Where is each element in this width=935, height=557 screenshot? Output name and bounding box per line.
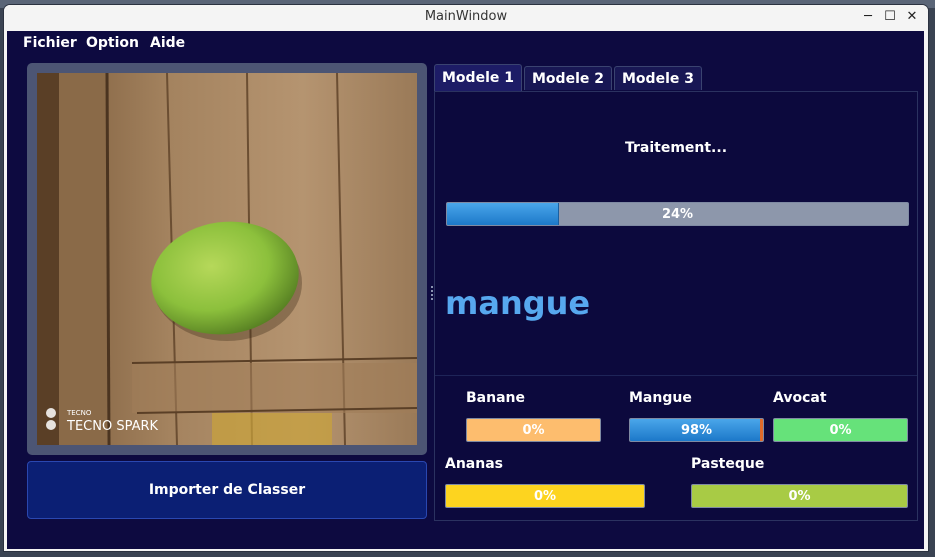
class-label-mangue: Mangue	[629, 390, 692, 406]
class-bar-text: 0%	[829, 422, 852, 438]
class-label-ananas: Ananas	[445, 456, 503, 472]
watermark-text: TECNO SPARK	[66, 419, 159, 434]
processing-progress-bar: 24%	[446, 202, 909, 226]
image-frame: TECNO TECNO SPARK	[27, 63, 427, 455]
processing-status: Traitement...	[624, 140, 728, 156]
main-window: MainWindow ─ ☐ ✕ Fichier Option Aide TEC…	[4, 5, 928, 551]
prediction-label: mangue	[445, 284, 591, 322]
class-bar-text: 0%	[788, 488, 811, 504]
menu-option[interactable]: Option	[86, 35, 139, 51]
class-label-banane: Banane	[466, 390, 525, 406]
menu-aide[interactable]: Aide	[150, 35, 185, 51]
processing-progress-text: 24%	[661, 206, 694, 222]
class-label-pasteque: Pasteque	[691, 456, 765, 472]
class-bar-ananas: 0%	[445, 484, 645, 508]
class-bar-text: 0%	[533, 488, 557, 504]
class-bar-mangue: 98%	[629, 418, 764, 442]
close-icon[interactable]: ✕	[901, 7, 923, 27]
title-bar[interactable]: MainWindow ─ ☐ ✕	[4, 5, 928, 30]
maximize-icon[interactable]: ☐	[879, 7, 901, 27]
class-bar-pasteque: 0%	[691, 484, 908, 508]
tab-modele-3[interactable]: Modele 3	[614, 66, 702, 90]
tab-pane-modele-1: Traitement... 24% mangue Banane Mangue A…	[434, 91, 918, 521]
client-area: Fichier Option Aide TECNO TECNO SPARK Im…	[7, 31, 924, 549]
fruit-photo: TECNO TECNO SPARK	[37, 73, 417, 445]
class-bar-avocat: 0%	[773, 418, 908, 442]
minimize-icon[interactable]: ─	[857, 7, 879, 27]
class-label-avocat: Avocat	[773, 390, 827, 406]
divider	[435, 375, 917, 376]
svg-text:TECNO: TECNO	[66, 409, 92, 417]
class-bar-text: 98%	[680, 422, 713, 438]
tab-modele-2[interactable]: Modele 2	[524, 66, 612, 90]
window-title: MainWindow	[424, 9, 508, 24]
import-classify-button[interactable]: Importer de Classer	[27, 461, 427, 519]
menu-fichier[interactable]: Fichier	[23, 35, 77, 51]
class-bar-banane: 0%	[466, 418, 601, 442]
tab-modele-1[interactable]: Modele 1	[434, 64, 522, 91]
class-bar-text: 0%	[522, 422, 545, 438]
